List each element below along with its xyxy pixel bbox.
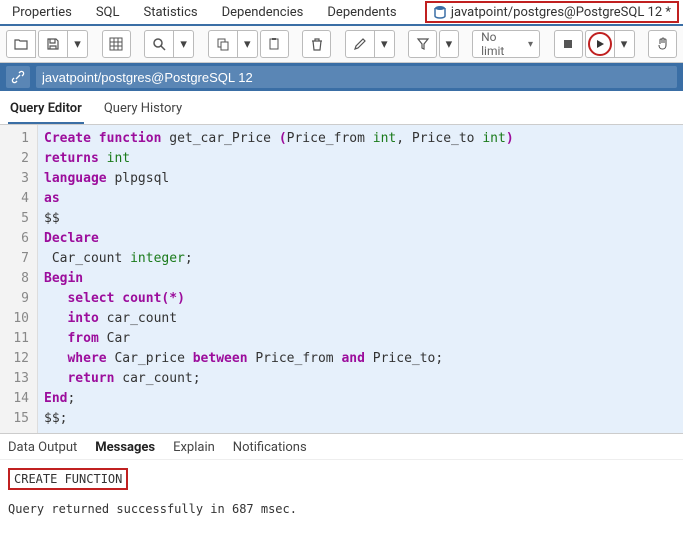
tab-statistics[interactable]: Statistics	[132, 1, 210, 24]
find-dropdown[interactable]: ▾	[174, 30, 194, 58]
hand-icon	[656, 37, 670, 51]
tab-data-output[interactable]: Data Output	[8, 440, 77, 455]
grid-icon	[109, 37, 123, 51]
connection-icon[interactable]	[6, 66, 30, 88]
message-result: CREATE FUNCTION	[8, 468, 128, 490]
tab-explain[interactable]: Explain	[173, 440, 215, 455]
save-icon	[46, 37, 60, 51]
code-editor[interactable]: 123456789101112131415 Create function ge…	[0, 125, 683, 434]
edit-dropdown[interactable]: ▾	[375, 30, 395, 58]
connection-bar	[0, 63, 683, 91]
find-button[interactable]	[144, 30, 174, 58]
message-status: Query returned successfully in 687 msec.	[8, 502, 675, 516]
output-tabs: Data Output Messages Explain Notificatio…	[0, 434, 683, 460]
save-button[interactable]	[38, 30, 68, 58]
pencil-icon	[353, 37, 367, 51]
open-file-button[interactable]	[6, 30, 36, 58]
tab-query-tool-label: javatpoint/postgres@PostgreSQL 12 *	[451, 5, 671, 20]
toolbar: ▾ ▾ ▾ ▾ ▾ No limit ▾	[0, 26, 683, 63]
filter-dropdown[interactable]: ▾	[439, 30, 458, 58]
folder-open-icon	[14, 37, 28, 51]
link-icon	[11, 70, 25, 84]
save-dropdown[interactable]: ▾	[68, 30, 88, 58]
connection-input[interactable]	[36, 66, 677, 88]
tab-dependents[interactable]: Dependents	[315, 1, 408, 24]
paste-button[interactable]	[260, 30, 289, 58]
filter-button[interactable]	[408, 30, 437, 58]
play-icon	[595, 39, 605, 49]
search-icon	[152, 37, 166, 51]
tab-query-editor[interactable]: Query Editor	[8, 97, 84, 124]
tab-properties[interactable]: Properties	[0, 1, 84, 24]
execute-button[interactable]	[585, 30, 615, 58]
paste-icon	[267, 37, 281, 51]
tab-sql[interactable]: SQL	[84, 1, 132, 24]
explain-button[interactable]	[648, 30, 677, 58]
editor-tabs: Query Editor Query History	[0, 91, 683, 125]
execute-dropdown[interactable]: ▾	[615, 30, 635, 58]
line-gutter: 123456789101112131415	[0, 125, 38, 433]
stop-icon	[562, 38, 574, 50]
tab-messages[interactable]: Messages	[95, 440, 155, 455]
database-icon	[433, 5, 447, 19]
stop-button[interactable]	[554, 30, 583, 58]
messages-panel: CREATE FUNCTION Query returned successfu…	[0, 460, 683, 524]
copy-icon	[216, 37, 230, 51]
copy-button[interactable]	[208, 30, 238, 58]
tab-query-history[interactable]: Query History	[102, 97, 184, 124]
table-icon-button[interactable]	[102, 30, 131, 58]
delete-button[interactable]	[302, 30, 331, 58]
edit-button[interactable]	[345, 30, 375, 58]
tab-dependencies[interactable]: Dependencies	[210, 1, 316, 24]
tab-notifications[interactable]: Notifications	[233, 440, 307, 455]
trash-icon	[310, 37, 324, 51]
funnel-icon	[416, 37, 430, 51]
top-tab-bar: Properties SQL Statistics Dependencies D…	[0, 0, 683, 26]
limit-select[interactable]: No limit	[472, 30, 540, 58]
copy-dropdown[interactable]: ▾	[238, 30, 258, 58]
code-area[interactable]: Create function get_car_Price (Price_fro…	[38, 125, 683, 433]
tab-query-tool[interactable]: javatpoint/postgres@PostgreSQL 12 *	[425, 1, 679, 23]
